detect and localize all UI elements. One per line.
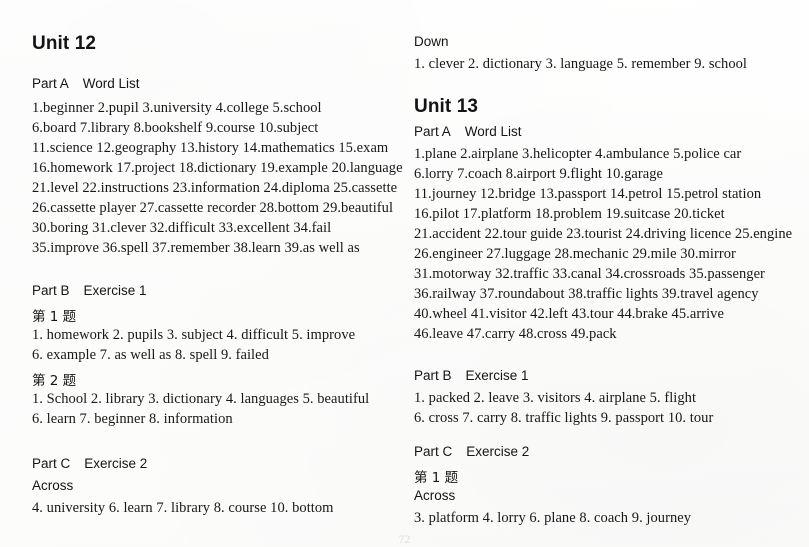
part-b-label-left: Part B xyxy=(32,283,70,298)
part-a-label-right: Part A xyxy=(414,124,451,139)
answer-line: 3. platform 4. lorry 6. plane 8. coach 9… xyxy=(414,510,692,526)
word-list-line: 6.lorry 7.coach 8.airport 9.flight 10.ga… xyxy=(414,166,664,182)
down-label-right: Down xyxy=(414,34,449,49)
part-c-section-label-right: Exercise 2 xyxy=(466,444,530,459)
word-list-line: 16.pilot 17.platform 18.problem 19.suitc… xyxy=(414,206,725,222)
part-b-heading-left: Part B Exercise 1 xyxy=(32,283,147,298)
answer-line: 6. example 7. as well as 8. spell 9. fai… xyxy=(32,347,269,363)
part-c-heading-right: Part C Exercise 2 xyxy=(414,444,529,459)
part-c-label-left: Part C xyxy=(32,456,71,471)
word-list-line: 31.motorway 32.traffic 33.canal 34.cross… xyxy=(414,266,765,282)
question-1-label-left: 第 1 题 xyxy=(32,309,77,325)
unit-title-unit13: Unit 13 xyxy=(414,96,479,117)
word-list-line: 21.accident 22.tour guide 23.tourist 24.… xyxy=(414,226,793,242)
document-page: Unit 12 Part A Word List 1.beginner 2.pup… xyxy=(0,0,809,547)
word-list-line: 30.boring 31.clever 32.difficult 33.exce… xyxy=(32,220,332,236)
part-a-heading-right: Part A Word List xyxy=(414,124,522,139)
part-a-label-left: Part A xyxy=(32,76,69,91)
page-number: 72 xyxy=(398,532,411,546)
part-b-section-label-left: Exercise 1 xyxy=(83,283,147,298)
part-c-section-label-left: Exercise 2 xyxy=(84,456,148,471)
left-column: Unit 12 Part A Word List 1.beginner 2.pup… xyxy=(32,0,422,547)
word-list-line: 11.journey 12.bridge 13.passport 14.petr… xyxy=(414,186,762,202)
part-b-heading-right: Part B Exercise 1 xyxy=(414,368,529,383)
part-c-heading-left: Part C Exercise 2 xyxy=(32,456,147,471)
word-list-line: 16.homework 17.project 18.dictionary 19.… xyxy=(32,160,403,176)
word-list-line: 35.improve 36.spell 37.remember 38.learn… xyxy=(32,240,360,256)
part-b-label-right: Part B xyxy=(414,368,452,383)
word-list-line: 26.cassette player 27.cassette recorder … xyxy=(32,200,394,216)
answer-line: 6. learn 7. beginner 8. information xyxy=(32,411,233,427)
right-column: Down 1. clever 2. dictionary 3. language… xyxy=(414,0,804,547)
word-list-line: 1.plane 2.airplane 3.helicopter 4.ambula… xyxy=(414,146,742,162)
word-list-line: 6.board 7.library 8.bookshelf 9.course 1… xyxy=(32,120,319,136)
word-list-line: 40.wheel 41.visitor 42.left 43.tour 44.b… xyxy=(414,306,724,322)
across-label-left: Across xyxy=(32,478,74,493)
word-list-line: 26.engineer 27.luggage 28.mechanic 29.mi… xyxy=(414,246,736,262)
part-c-label-right: Part C xyxy=(414,444,453,459)
question-1-label-right: 第 1 题 xyxy=(414,470,459,486)
word-list-line: 1.beginner 2.pupil 3.university 4.colleg… xyxy=(32,100,322,116)
answer-line: 1. clever 2. dictionary 3. language 5. r… xyxy=(414,56,748,72)
word-list-line: 36.railway 37.roundabout 38.traffic ligh… xyxy=(414,286,759,302)
part-b-section-label-right: Exercise 1 xyxy=(465,368,529,383)
unit-title-unit12: Unit 12 xyxy=(32,33,97,54)
word-list-line: 21.level 22.instructions 23.information … xyxy=(32,180,398,196)
word-list-line: 46.leave 47.carry 48.cross 49.pack xyxy=(414,326,617,342)
question-2-label-left: 第 2 题 xyxy=(32,373,77,389)
answer-line: 4. university 6. learn 7. library 8. cou… xyxy=(32,500,334,516)
answer-line: 6. cross 7. carry 8. traffic lights 9. p… xyxy=(414,410,714,426)
across-label-right: Across xyxy=(414,488,456,503)
answer-line: 1. homework 2. pupils 3. subject 4. diff… xyxy=(32,327,356,343)
part-a-section-label-left: Word List xyxy=(82,76,140,91)
answer-line: 1. School 2. library 3. dictionary 4. la… xyxy=(32,391,370,407)
answer-line: 1. packed 2. leave 3. visitors 4. airpla… xyxy=(414,390,697,406)
word-list-line: 11.science 12.geography 13.history 14.ma… xyxy=(32,140,389,156)
part-a-section-label-right: Word List xyxy=(464,124,522,139)
part-a-heading-left: Part A Word List xyxy=(32,76,140,91)
